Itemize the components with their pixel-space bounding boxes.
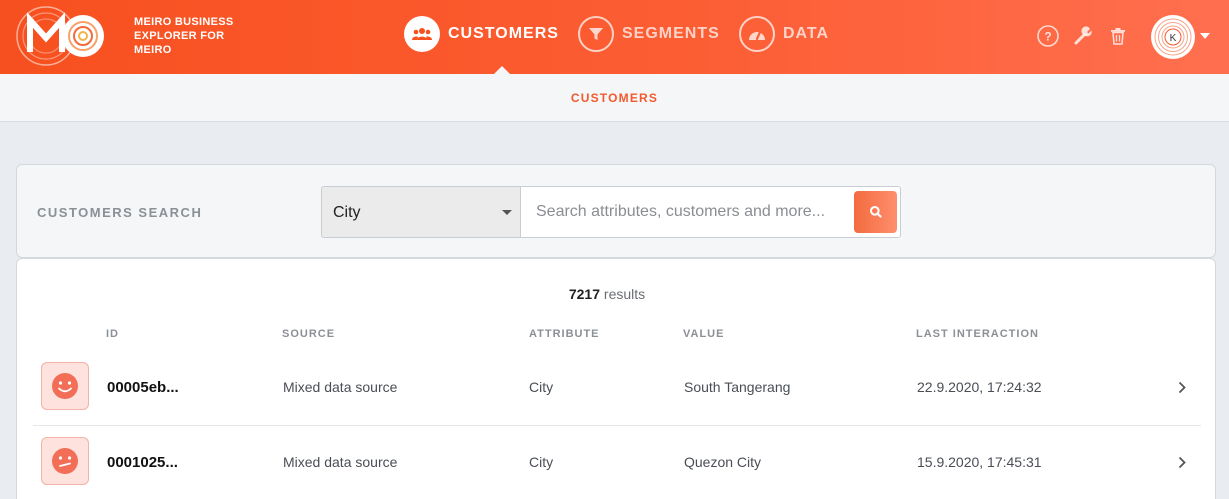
people-icon xyxy=(404,16,440,52)
search-button[interactable] xyxy=(854,191,897,233)
customer-value: Quezon City xyxy=(684,454,762,470)
column-header-value[interactable]: VALUE xyxy=(683,328,724,340)
table-row[interactable]: 0001025... Mixed data source City Quezon… xyxy=(33,426,1201,499)
nav-segments[interactable]: SEGMENTS xyxy=(578,16,720,52)
nav-customers[interactable]: CUSTOMERS xyxy=(404,16,559,52)
sub-navbar: CUSTOMERS xyxy=(0,74,1229,122)
happy-face-icon xyxy=(41,362,89,410)
search-title: CUSTOMERS SEARCH xyxy=(37,205,203,220)
brand-name: MEIRO BUSINESS EXPLORER FOR MEIRO xyxy=(134,15,234,57)
table-row[interactable]: 00005eb... Mixed data source City South … xyxy=(33,350,1201,425)
brand-line-1: MEIRO BUSINESS xyxy=(134,16,234,28)
customer-source: Mixed data source xyxy=(283,379,398,395)
column-header-id[interactable]: ID xyxy=(106,328,119,340)
nav-segments-label: SEGMENTS xyxy=(622,25,720,42)
chevron-right-icon[interactable] xyxy=(1176,380,1188,394)
column-header-last-interaction[interactable]: LAST INTERACTION xyxy=(916,328,1039,340)
customer-attribute: City xyxy=(529,454,554,470)
user-avatar[interactable]: K xyxy=(1151,15,1195,59)
customer-id[interactable]: 00005eb... xyxy=(107,379,179,396)
help-icon[interactable]: ? xyxy=(1036,24,1060,48)
chevron-down-icon[interactable] xyxy=(1200,33,1210,39)
meiro-logo[interactable] xyxy=(16,6,110,66)
results-count-number: 7217 xyxy=(568,286,601,302)
column-header-attribute[interactable]: ATTRIBUTE xyxy=(529,328,600,340)
customer-last-interaction: 15.9.2020, 17:45:31 xyxy=(917,454,1042,470)
search-input[interactable] xyxy=(520,186,901,238)
neutral-face-icon xyxy=(41,437,89,485)
customer-last-interaction: 22.9.2020, 17:24:32 xyxy=(917,379,1042,395)
avatar-initial: K xyxy=(1170,33,1177,44)
page-title: CUSTOMERS xyxy=(570,91,659,105)
chevron-down-icon xyxy=(502,210,512,215)
svg-text:?: ? xyxy=(1044,30,1051,44)
nav-customers-label: CUSTOMERS xyxy=(448,25,559,42)
nav-data[interactable]: DATA xyxy=(739,16,829,52)
results-count-label: results xyxy=(603,286,646,302)
customer-source: Mixed data source xyxy=(283,454,398,470)
search-icon xyxy=(869,206,882,218)
filter-icon xyxy=(578,16,614,52)
customer-id[interactable]: 0001025... xyxy=(107,454,178,471)
customer-attribute: City xyxy=(529,379,554,395)
results-count: 7217 results xyxy=(17,286,1197,302)
active-nav-indicator xyxy=(494,66,510,74)
column-header-source[interactable]: SOURCE xyxy=(282,328,335,340)
attribute-select[interactable]: City xyxy=(321,186,521,238)
customers-search-panel: CUSTOMERS SEARCH City xyxy=(16,164,1216,258)
nav-data-label: DATA xyxy=(783,25,830,42)
chevron-right-icon[interactable] xyxy=(1176,455,1188,469)
top-navbar: MEIRO BUSINESS EXPLORER FOR MEIRO CUSTOM… xyxy=(0,0,1229,74)
trash-icon[interactable] xyxy=(1106,24,1130,48)
brand-line-2: EXPLORER FOR xyxy=(134,30,225,42)
wrench-icon[interactable] xyxy=(1071,24,1095,48)
results-panel: 7217 results ID SOURCE ATTRIBUTE VALUE L… xyxy=(16,258,1216,499)
customer-value: South Tangerang xyxy=(684,379,791,395)
brand-line-3: MEIRO xyxy=(134,44,172,56)
attribute-select-value: City xyxy=(333,204,361,221)
gauge-icon xyxy=(739,16,775,52)
